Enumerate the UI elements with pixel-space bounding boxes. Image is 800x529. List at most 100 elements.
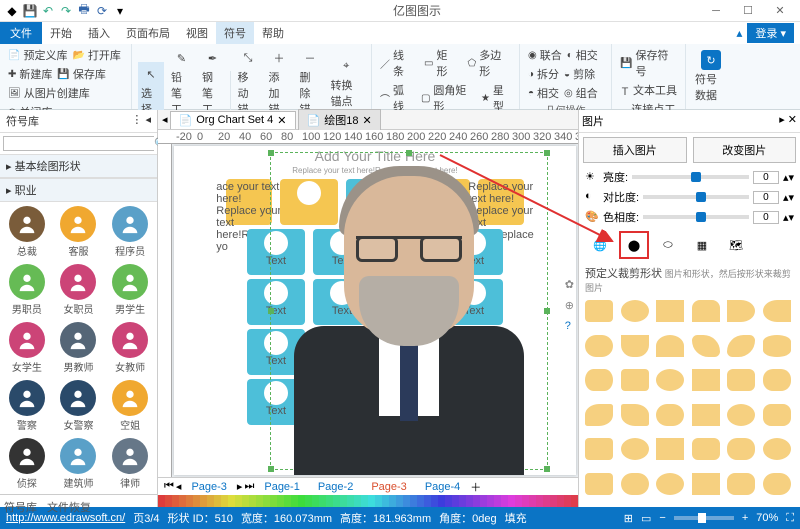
color-swatch[interactable] <box>466 495 473 507</box>
color-swatch[interactable] <box>480 495 487 507</box>
person-shape[interactable]: 建筑师 <box>54 436 104 492</box>
change-image-button[interactable]: 改变图片 <box>693 137 797 163</box>
preset-shape[interactable] <box>692 404 720 426</box>
dropdown-icon[interactable]: ▾ <box>112 3 128 19</box>
page-tab[interactable]: Page-3 <box>183 480 234 494</box>
menu-symbol[interactable]: 符号 <box>216 22 254 44</box>
preset-shape[interactable] <box>656 404 684 426</box>
zoom-page-icon[interactable]: ▭ <box>641 512 651 525</box>
color-swatch[interactable] <box>270 495 277 507</box>
close-button[interactable]: ✕ <box>766 2 794 20</box>
combine-op[interactable]: ◎组合 <box>562 84 600 102</box>
menu-start[interactable]: 开始 <box>42 22 80 44</box>
union-op[interactable]: ◉联合 <box>526 46 564 64</box>
preset-shape[interactable] <box>763 369 791 391</box>
search-box[interactable]: 🔍 ▾ <box>3 136 154 151</box>
color-swatch[interactable] <box>396 495 403 507</box>
person-shape[interactable]: 女职员 <box>54 262 104 318</box>
color-swatch[interactable] <box>319 495 326 507</box>
color-strip[interactable] <box>158 495 578 507</box>
preset-shape[interactable] <box>621 369 649 391</box>
preset-shape[interactable] <box>763 404 791 426</box>
menu-help[interactable]: 帮助 <box>254 22 292 44</box>
save-symbol[interactable]: 💾保存符号 <box>618 46 679 80</box>
person-shape[interactable]: 男学生 <box>105 262 155 318</box>
preset-shape[interactable] <box>656 335 684 357</box>
color-swatch[interactable] <box>221 495 228 507</box>
redo-icon[interactable]: ↷ <box>58 3 74 19</box>
color-swatch[interactable] <box>375 495 382 507</box>
canvas-help-icon[interactable]: ? <box>565 320 574 332</box>
color-swatch[interactable] <box>228 495 235 507</box>
page-nav-last[interactable]: ⏭ <box>244 480 254 493</box>
canvas-tool-icon[interactable]: ✿ <box>565 278 574 291</box>
color-swatch[interactable] <box>200 495 207 507</box>
save-lib-button[interactable]: 💾保存库 <box>55 65 107 83</box>
preset-shape[interactable] <box>692 335 720 357</box>
color-swatch[interactable] <box>494 495 501 507</box>
crop-ellipse-icon[interactable]: ⬭ <box>653 231 683 259</box>
color-swatch[interactable] <box>207 495 214 507</box>
hue-value[interactable]: 0 <box>753 211 779 224</box>
preset-shape[interactable] <box>727 438 755 460</box>
color-swatch[interactable] <box>571 495 578 507</box>
category-basic[interactable]: ▸ 基本绘图形状 <box>0 154 157 178</box>
page-tab[interactable]: Page-1 <box>256 480 307 494</box>
color-swatch[interactable] <box>242 495 249 507</box>
person-shape[interactable]: 女学生 <box>2 320 52 376</box>
rect-shape[interactable]: ▭矩形 <box>422 46 460 80</box>
menu-view[interactable]: 视图 <box>178 22 216 44</box>
save-icon[interactable]: 💾 <box>22 3 38 19</box>
preset-shape[interactable] <box>656 438 684 460</box>
brightness-value[interactable]: 0 <box>753 171 779 184</box>
color-swatch[interactable] <box>417 495 424 507</box>
preset-shape[interactable] <box>692 369 720 391</box>
undo-icon[interactable]: ↶ <box>40 3 56 19</box>
minimize-button[interactable]: ─ <box>702 2 730 20</box>
preset-shape[interactable] <box>621 473 649 495</box>
color-swatch[interactable] <box>249 495 256 507</box>
preset-shape[interactable] <box>585 438 613 460</box>
predef-lib-button[interactable]: 📄预定义库 <box>6 46 69 64</box>
page-nav-next[interactable]: ▸ <box>237 480 243 493</box>
color-swatch[interactable] <box>214 495 221 507</box>
color-swatch[interactable] <box>256 495 263 507</box>
page-nav-prev[interactable]: ◂ <box>176 480 182 493</box>
preset-shape[interactable] <box>656 300 684 322</box>
status-url[interactable]: http://www.edrawsoft.cn/ <box>6 512 125 524</box>
preset-shape[interactable] <box>763 300 791 322</box>
color-swatch[interactable] <box>235 495 242 507</box>
color-swatch[interactable] <box>501 495 508 507</box>
color-swatch[interactable] <box>452 495 459 507</box>
color-swatch[interactable] <box>473 495 480 507</box>
preset-shape[interactable] <box>727 473 755 495</box>
color-swatch[interactable] <box>354 495 361 507</box>
preset-shape[interactable] <box>621 404 649 426</box>
color-swatch[interactable] <box>361 495 368 507</box>
brightness-slider[interactable] <box>632 175 749 179</box>
tab-nav-left[interactable]: ◂ <box>162 113 168 126</box>
category-jobs[interactable]: ▸ 职业 <box>0 178 157 202</box>
contrast-value[interactable]: 0 <box>753 191 779 204</box>
search-input[interactable] <box>4 137 154 150</box>
preset-shape[interactable] <box>727 335 755 357</box>
canvas-tool-icon[interactable]: ⊕ <box>565 299 574 312</box>
contrast-slider[interactable] <box>643 195 749 199</box>
color-swatch[interactable] <box>333 495 340 507</box>
color-swatch[interactable] <box>550 495 557 507</box>
menu-file[interactable]: 文件 <box>0 22 42 44</box>
crop-color-icon[interactable]: ▦ <box>687 231 717 259</box>
zoom-in-icon[interactable]: + <box>742 512 748 524</box>
color-swatch[interactable] <box>389 495 396 507</box>
menu-insert[interactable]: 插入 <box>80 22 118 44</box>
preset-shape[interactable] <box>727 404 755 426</box>
color-swatch[interactable] <box>284 495 291 507</box>
color-swatch[interactable] <box>326 495 333 507</box>
preset-shape[interactable] <box>763 438 791 460</box>
color-swatch[interactable] <box>312 495 319 507</box>
preset-shape[interactable] <box>727 300 755 322</box>
preset-shape[interactable] <box>621 335 649 357</box>
img-lib-button[interactable]: 🖼从图片创建库 <box>6 84 92 102</box>
color-swatch[interactable] <box>431 495 438 507</box>
menu-layout[interactable]: 页面布局 <box>118 22 178 44</box>
